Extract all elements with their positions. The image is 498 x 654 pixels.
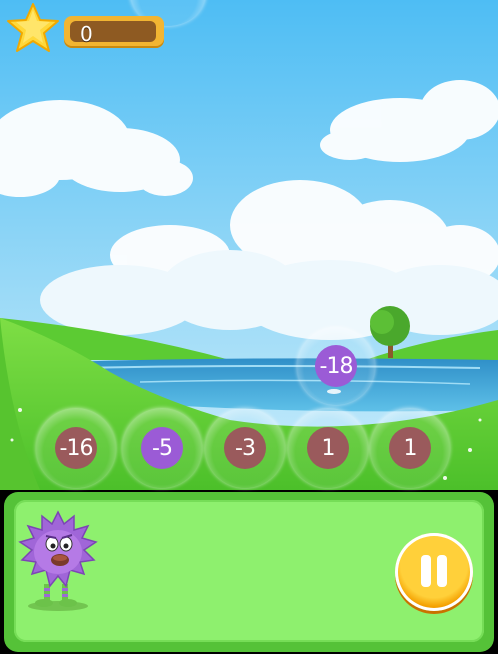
number-bubble[interactable]: 1	[370, 408, 450, 488]
number-bubble[interactable]: -16	[36, 408, 116, 488]
bubble-value: 1	[307, 427, 349, 469]
number-bubble[interactable]: -18	[297, 327, 375, 405]
score-value: 0	[80, 22, 93, 46]
score-panel: 0	[64, 16, 164, 48]
bubble-value: -16	[55, 427, 97, 469]
bubble-value: -3	[224, 427, 266, 469]
number-bubble[interactable]: -5	[122, 408, 202, 488]
bubble-value: 1	[389, 427, 431, 469]
bubble-value: -5	[141, 427, 183, 469]
number-bubble[interactable]: 1	[288, 408, 368, 488]
bubble-value: -18	[315, 345, 357, 387]
pause-button[interactable]	[395, 533, 473, 611]
purple-monster-icon	[18, 510, 98, 611]
star-icon	[7, 3, 59, 52]
number-bubble[interactable]: -3	[205, 408, 285, 488]
game-screen: 0 -18 -16 -5 -3 1 1	[0, 0, 498, 654]
